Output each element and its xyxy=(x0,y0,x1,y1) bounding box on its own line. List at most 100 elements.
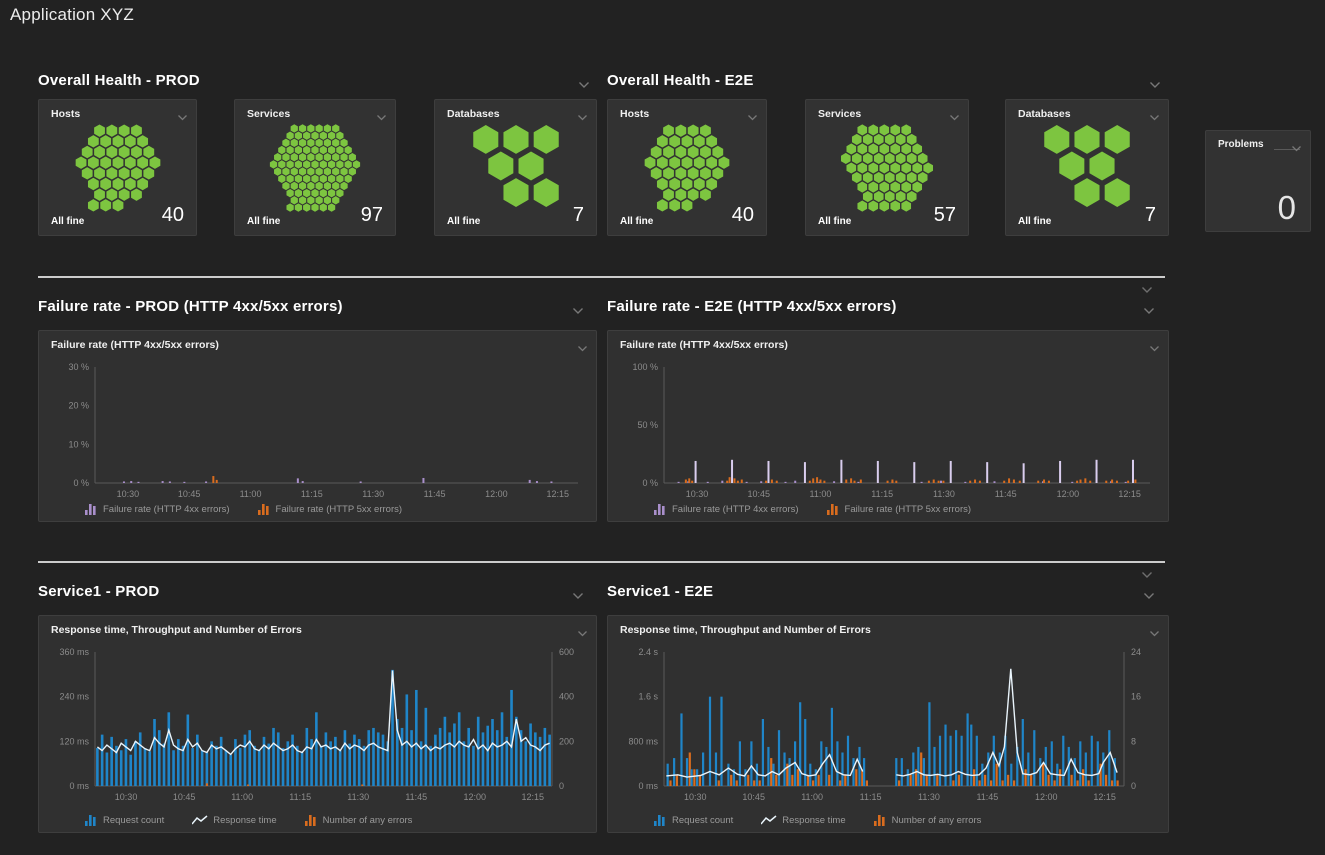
chevron-down-icon[interactable] xyxy=(572,302,584,320)
problems-count: 0 xyxy=(1278,189,1296,227)
legend-item[interactable]: Response time xyxy=(761,815,845,826)
chart-tile-service-e2e[interactable]: Response time, Throughput and Number of … xyxy=(607,615,1169,833)
legend-line-icon xyxy=(192,815,208,826)
chart-title: Response time, Throughput and Number of … xyxy=(620,624,871,636)
legend-bars-icon xyxy=(654,504,667,515)
status-label: All fine xyxy=(51,216,84,227)
svg-text:11:45: 11:45 xyxy=(976,792,998,802)
svg-text:12:00: 12:00 xyxy=(485,489,508,499)
svg-text:12:00: 12:00 xyxy=(464,792,487,802)
chart-legend: Request count Response time Number of any … xyxy=(654,815,981,826)
section-divider xyxy=(38,276,1165,278)
chevron-down-icon[interactable] xyxy=(1149,624,1160,642)
chart-legend: Request count Response time Number of any … xyxy=(85,815,412,826)
svg-text:12:00: 12:00 xyxy=(1035,792,1058,802)
tile-problems[interactable]: Problems 0 xyxy=(1205,130,1311,232)
tile-services-e2e[interactable]: Services All fine57 xyxy=(805,99,969,236)
svg-text:10:30: 10:30 xyxy=(117,489,140,499)
svg-text:360 ms: 360 ms xyxy=(59,647,89,657)
svg-text:0 %: 0 % xyxy=(73,478,89,488)
chevron-down-icon[interactable] xyxy=(1149,339,1160,357)
svg-text:8: 8 xyxy=(1131,736,1136,746)
tile-databases-e2e[interactable]: Databases All fine7 xyxy=(1005,99,1169,236)
svg-text:11:45: 11:45 xyxy=(424,489,446,499)
service-metrics-chart: 0 ms800 ms1.6 s2.4 s08162410:3010:4511:0… xyxy=(614,642,1164,810)
chart-tile-service-prod[interactable]: Response time, Throughput and Number of … xyxy=(38,615,597,833)
legend-label: Failure rate (HTTP 5xx errors) xyxy=(845,504,972,515)
chevron-down-icon[interactable] xyxy=(1149,76,1161,94)
chart-legend: Failure rate (HTTP 4xx errors) Failure ra… xyxy=(85,504,402,515)
section-header-health-prod: Overall Health - PROD xyxy=(38,72,598,92)
legend-bars-icon xyxy=(827,504,840,515)
failure-rate-chart: 0 %10 %20 %30 %10:3010:4511:0011:1511:30… xyxy=(45,357,592,507)
chart-legend: Failure rate (HTTP 4xx errors) Failure ra… xyxy=(654,504,971,515)
svg-text:800 ms: 800 ms xyxy=(628,736,658,746)
legend-item[interactable]: Number of any errors xyxy=(874,815,982,826)
chevron-down-icon[interactable] xyxy=(1141,566,1153,584)
legend-item[interactable]: Failure rate (HTTP 5xx errors) xyxy=(827,504,972,515)
section-title: Overall Health - PROD xyxy=(38,72,200,89)
chevron-down-icon[interactable] xyxy=(1141,281,1153,299)
chevron-down-icon[interactable] xyxy=(577,339,588,357)
svg-text:10:30: 10:30 xyxy=(115,792,138,802)
status-label: All fine xyxy=(818,216,851,227)
svg-text:120 ms: 120 ms xyxy=(59,736,89,746)
chevron-down-icon[interactable] xyxy=(1291,139,1302,157)
tile-title: Databases xyxy=(447,108,500,120)
tile-hosts-e2e[interactable]: Hosts All fine40 xyxy=(607,99,767,236)
tile-title: Services xyxy=(818,108,861,120)
tile-hosts-prod[interactable]: Hosts All fine40 xyxy=(38,99,197,236)
legend-item[interactable]: Request count xyxy=(85,815,164,826)
legend-bars-icon xyxy=(654,815,667,826)
tile-title: Databases xyxy=(1018,108,1071,120)
chevron-down-icon[interactable] xyxy=(572,587,584,605)
legend-line-icon xyxy=(761,815,777,826)
svg-text:20 %: 20 % xyxy=(68,401,89,411)
svg-text:10:45: 10:45 xyxy=(173,792,196,802)
legend-bars-icon xyxy=(874,815,887,826)
chart-tile-failure-e2e[interactable]: Failure rate (HTTP 4xx/5xx errors) 0 %50… xyxy=(607,330,1169,522)
legend-label: Failure rate (HTTP 5xx errors) xyxy=(276,504,403,515)
legend-item[interactable]: Failure rate (HTTP 4xx errors) xyxy=(85,504,230,515)
svg-text:11:00: 11:00 xyxy=(810,489,832,499)
section-title: Failure rate - PROD (HTTP 4xx/5xx errors… xyxy=(38,298,343,315)
section-header-health-e2e: Overall Health - E2E xyxy=(607,72,1169,92)
svg-text:1.6 s: 1.6 s xyxy=(638,692,658,702)
legend-item[interactable]: Failure rate (HTTP 5xx errors) xyxy=(258,504,403,515)
svg-text:0: 0 xyxy=(559,781,564,791)
legend-label: Request count xyxy=(672,815,733,826)
tile-title: Services xyxy=(247,108,290,120)
chart-tile-failure-prod[interactable]: Failure rate (HTTP 4xx/5xx errors) 0 %10… xyxy=(38,330,597,522)
tile-title: Hosts xyxy=(620,108,649,120)
legend-item[interactable]: Request count xyxy=(654,815,733,826)
chevron-down-icon[interactable] xyxy=(1143,302,1155,320)
section-header-service-e2e: Service1 - E2E xyxy=(607,583,1169,603)
legend-label: Response time xyxy=(213,815,276,826)
svg-text:11:15: 11:15 xyxy=(871,489,893,499)
svg-text:0 %: 0 % xyxy=(642,478,658,488)
legend-item[interactable]: Response time xyxy=(192,815,276,826)
legend-item[interactable]: Number of any errors xyxy=(305,815,413,826)
section-header-failure-prod: Failure rate - PROD (HTTP 4xx/5xx errors… xyxy=(38,298,598,318)
status-label: All fine xyxy=(447,216,480,227)
tile-title: Problems xyxy=(1218,139,1264,150)
svg-text:10:30: 10:30 xyxy=(684,792,707,802)
tile-count: 7 xyxy=(1145,204,1156,227)
svg-text:30 %: 30 % xyxy=(68,362,89,372)
tile-databases-prod[interactable]: Databases All fine7 xyxy=(434,99,597,236)
svg-text:100 %: 100 % xyxy=(632,362,658,372)
honeycomb-chart xyxy=(250,124,380,212)
svg-text:11:45: 11:45 xyxy=(995,489,1017,499)
chevron-down-icon[interactable] xyxy=(578,76,590,94)
svg-text:0 ms: 0 ms xyxy=(638,781,658,791)
svg-text:0: 0 xyxy=(1131,781,1136,791)
legend-label: Request count xyxy=(103,815,164,826)
honeycomb-chart xyxy=(822,124,952,212)
chevron-down-icon[interactable] xyxy=(577,624,588,642)
tile-services-prod[interactable]: Services All fine97 xyxy=(234,99,396,236)
tile-title: Hosts xyxy=(51,108,80,120)
legend-item[interactable]: Failure rate (HTTP 4xx errors) xyxy=(654,504,799,515)
chevron-down-icon[interactable] xyxy=(1143,587,1155,605)
honeycomb-chart xyxy=(622,124,752,212)
legend-bars-icon xyxy=(85,504,98,515)
